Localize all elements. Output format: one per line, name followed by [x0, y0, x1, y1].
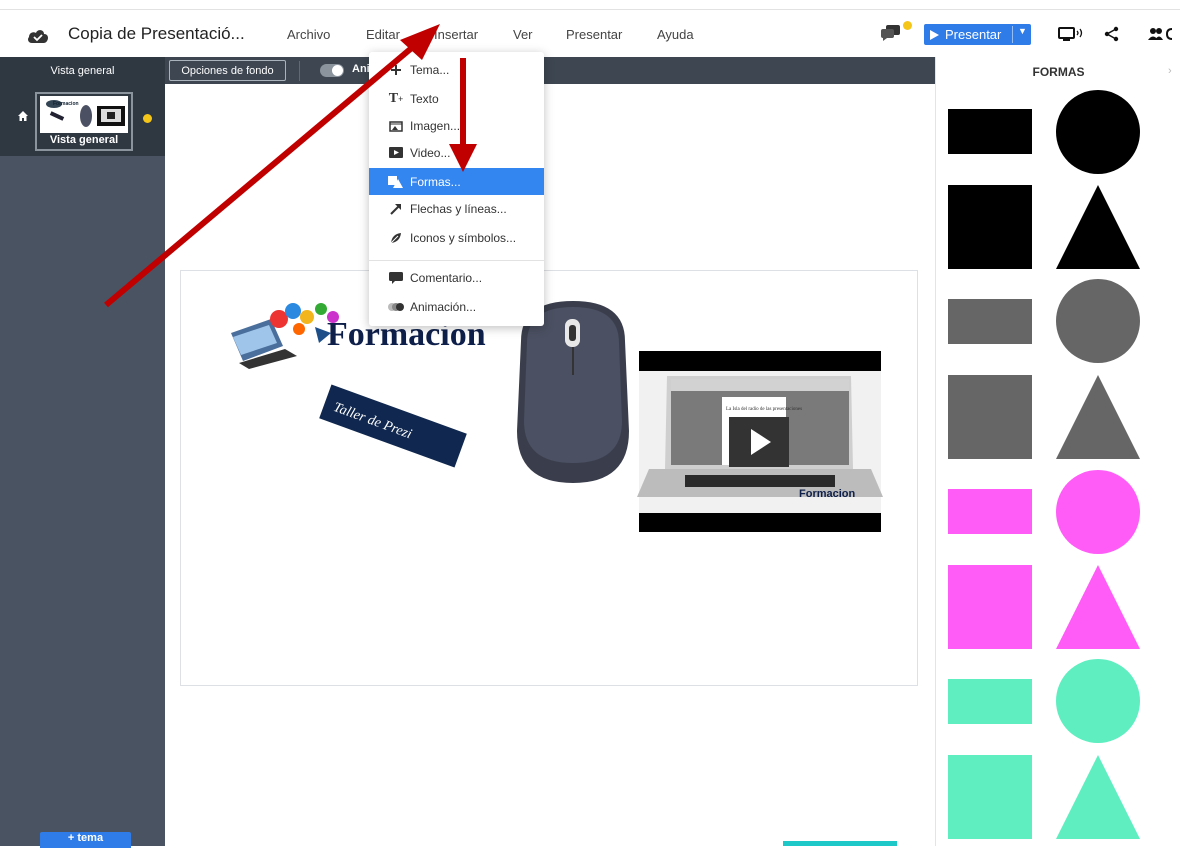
left-sidebar: Formacion Vista general + tema — [0, 84, 165, 848]
video-thumbnail[interactable]: La Isla del radio de las presentaciones … — [637, 351, 883, 532]
home-icon[interactable] — [18, 111, 28, 121]
present-button[interactable]: Presentar ▼ — [924, 24, 1031, 45]
comments-icon[interactable] — [880, 24, 902, 42]
menu-item-label: Formas... — [410, 174, 461, 189]
shape-circle-teal[interactable] — [1056, 659, 1140, 743]
menu-archivo[interactable]: Archivo — [287, 27, 330, 42]
menu-item-imagen[interactable]: Imagen... — [369, 112, 544, 139]
menu-item-comentario[interactable]: Comentario... — [369, 264, 544, 291]
svg-text:Formacion: Formacion — [799, 488, 856, 500]
shape-square-gray[interactable] — [948, 375, 1032, 459]
insert-dropdown-menu: Tema... T + Texto Imagen... Video... Form… — [369, 52, 544, 326]
toolbar-divider — [299, 61, 300, 81]
comment-icon — [388, 271, 404, 284]
menu-item-video[interactable]: Video... — [369, 139, 544, 166]
cloud-saved-icon[interactable] — [27, 28, 49, 44]
shape-circle-black[interactable] — [1056, 90, 1140, 174]
svg-text:La Isla del radio de las prese: La Isla del radio de las presentaciones — [726, 407, 802, 412]
menu-insertar[interactable]: Insertar — [434, 27, 478, 42]
leaf-icon — [388, 232, 404, 244]
text-icon: T + — [388, 90, 404, 106]
menu-item-label: Iconos y símbolos... — [410, 230, 517, 245]
slide-frame[interactable]: Formacion Taller de Prezi La Isla del ra… — [180, 270, 918, 686]
shape-square-black[interactable] — [948, 185, 1032, 269]
bottom-action-strip[interactable] — [783, 841, 897, 846]
mouse-image[interactable] — [517, 301, 629, 483]
shape-triangle-gray[interactable] — [1056, 375, 1140, 459]
shape-circle-pink[interactable] — [1056, 470, 1140, 554]
shape-triangle-teal[interactable] — [1056, 755, 1140, 839]
top-toolbar: Copia de Presentació... Archivo Editar I… — [0, 11, 1180, 57]
shape-triangle-black[interactable] — [1056, 185, 1140, 269]
shape-rectangle-black[interactable] — [948, 109, 1032, 154]
thumbnail-preview: Formacion — [40, 96, 128, 133]
taller-banner[interactable]: Taller de Prezi — [319, 384, 467, 468]
menu-item-flechas[interactable]: Flechas y líneas... — [369, 195, 544, 222]
background-options-button[interactable]: Opciones de fondo — [169, 60, 286, 81]
menu-item-tema[interactable]: Tema... — [369, 56, 544, 83]
status-dot — [143, 114, 152, 123]
image-icon — [388, 120, 404, 132]
menu-item-formas[interactable]: Formas... — [369, 168, 544, 195]
document-title[interactable]: Copia de Presentació... — [68, 24, 245, 44]
thumbnail-label: Vista general — [49, 134, 119, 146]
animation-icon — [388, 302, 404, 312]
shape-rectangle-teal[interactable] — [948, 679, 1032, 724]
menu-item-label: Animación... — [410, 299, 477, 314]
shapes-panel: FORMAS › — [935, 57, 1180, 846]
menu-item-animacion[interactable]: Animación... — [369, 293, 544, 320]
chevron-down-icon[interactable]: ▼ — [1018, 26, 1027, 36]
menu-ver[interactable]: Ver — [513, 27, 533, 42]
menu-item-iconos[interactable]: Iconos y símbolos... — [369, 224, 544, 251]
window-top-border — [0, 0, 1180, 10]
svg-text:Formacion: Formacion — [53, 101, 79, 107]
menu-item-label: Tema... — [410, 62, 450, 77]
menu-divider — [369, 260, 544, 261]
plus-icon — [388, 64, 404, 76]
animation-label: Ani — [352, 63, 370, 75]
shape-rectangle-gray[interactable] — [948, 299, 1032, 344]
video-icon — [388, 147, 404, 158]
shape-triangle-pink[interactable] — [1056, 565, 1140, 649]
overview-slot[interactable]: Formacion Vista general — [0, 84, 165, 156]
present-label: Presentar — [945, 27, 1002, 42]
menu-item-label: Imagen... — [410, 118, 461, 133]
menu-item-label: Video... — [410, 145, 451, 160]
shape-square-teal[interactable] — [948, 755, 1032, 839]
animation-toggle[interactable] — [320, 64, 344, 77]
shape-gallery — [948, 90, 1140, 839]
menu-presentar[interactable]: Presentar — [566, 27, 622, 42]
play-icon — [930, 29, 939, 40]
menu-item-label: Flechas y líneas... — [410, 201, 507, 216]
overview-thumbnail[interactable]: Formacion Vista general — [35, 92, 133, 151]
collaborators-icon[interactable] — [1148, 26, 1180, 42]
overview-header[interactable]: Vista general — [0, 57, 165, 84]
notification-dot — [903, 21, 912, 30]
menu-ayuda[interactable]: Ayuda — [657, 27, 694, 42]
slide-content: Formacion Taller de Prezi La Isla del ra… — [231, 301, 883, 532]
shape-square-pink[interactable] — [948, 565, 1032, 649]
shape-rectangle-pink[interactable] — [948, 489, 1032, 534]
menu-item-label: Texto — [410, 91, 439, 106]
arrow-icon — [388, 203, 404, 215]
share-icon[interactable] — [1104, 26, 1120, 42]
menu-item-label: Comentario... — [410, 270, 483, 285]
menu-editar[interactable]: Editar — [366, 27, 400, 42]
present-divider — [1012, 26, 1013, 43]
present-remote-icon[interactable] — [1058, 26, 1084, 42]
shapes-icon — [388, 175, 404, 188]
shape-circle-gray[interactable] — [1056, 279, 1140, 363]
chevron-right-icon[interactable]: › — [1168, 65, 1172, 77]
menu-item-texto[interactable]: T + Texto — [369, 85, 544, 112]
